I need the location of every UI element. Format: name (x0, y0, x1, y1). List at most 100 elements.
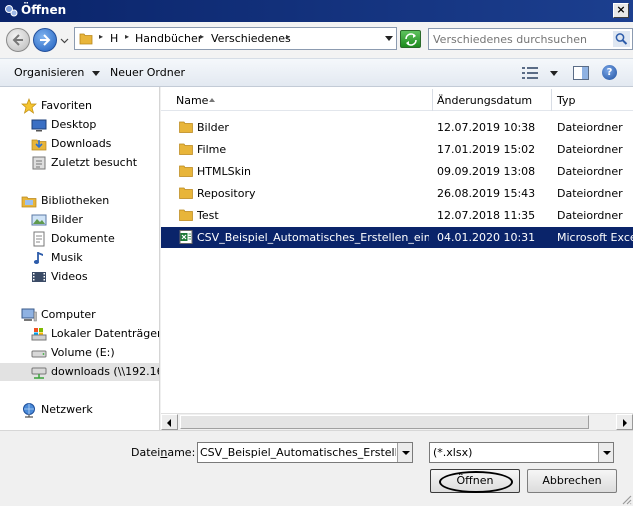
file-type: Dateiordner (557, 121, 623, 134)
nav-label: Desktop (51, 118, 97, 131)
nav-favorites[interactable]: Favoriten (0, 97, 159, 115)
nav-pictures[interactable]: Bilder (0, 211, 159, 229)
view-options-icon[interactable] (522, 67, 538, 79)
breadcrumb-h[interactable]: H (110, 32, 118, 45)
refresh-icon (405, 33, 417, 46)
address-dropdown-icon[interactable] (385, 36, 393, 41)
file-date: 17.01.2019 15:02 (437, 143, 536, 156)
scroll-left-icon[interactable] (161, 414, 178, 430)
file-date: 26.08.2019 15:43 (437, 187, 536, 200)
folder-icon (79, 33, 93, 45)
file-name: Filme (197, 143, 227, 156)
file-row[interactable]: Test 12.07.2018 11:35 Dateiordner (161, 205, 633, 226)
crumb-separator-icon[interactable]: ▸ (125, 32, 129, 41)
file-date: 04.01.2020 10:31 (437, 231, 536, 244)
file-row[interactable]: HTMLSkin 09.09.2019 13:08 Dateiordner (161, 161, 633, 182)
nav-music[interactable]: Musik (0, 249, 159, 267)
filename-label-text: Datei (131, 446, 161, 459)
organize-button[interactable]: Organisieren (14, 66, 101, 79)
navigation-pane: Favoriten Desktop Downloads Zuletzt besu… (0, 87, 160, 430)
folder-icon (179, 187, 193, 199)
nav-recent-places[interactable]: Zuletzt besucht (0, 154, 159, 172)
file-date: 12.07.2019 10:38 (437, 121, 536, 134)
file-row-selected[interactable]: CSV_Beispiel_Automatisches_Erstellen_ein… (161, 227, 633, 248)
folder-icon (179, 143, 193, 155)
highlight-ring (439, 471, 513, 493)
nav-network-drive[interactable]: downloads (\\192.168 (0, 363, 159, 381)
crumb-separator-icon[interactable]: ▸ (99, 32, 103, 41)
recent-places-icon (32, 156, 46, 170)
documents-icon (33, 231, 45, 247)
open-button[interactable]: Öffnen (430, 469, 520, 493)
nav-label: Musik (51, 251, 83, 264)
search-box[interactable] (428, 28, 633, 50)
command-toolbar: Organisieren Neuer Ordner ? (0, 58, 633, 87)
nav-label: Downloads (51, 137, 112, 150)
sort-ascending-icon (209, 98, 215, 102)
filetype-dropdown-icon[interactable] (598, 443, 613, 462)
help-icon[interactable]: ? (602, 65, 617, 80)
folder-icon (179, 209, 193, 221)
music-icon (33, 252, 43, 264)
scrollbar-thumb[interactable] (180, 415, 589, 429)
nav-volume-e[interactable]: Volume (E:) (0, 344, 159, 362)
local-disk-icon (31, 328, 47, 341)
column-name[interactable]: Name (161, 89, 433, 111)
view-dropdown-icon[interactable] (550, 71, 558, 76)
nav-label: Favoriten (41, 99, 92, 112)
preview-pane-icon[interactable] (573, 66, 589, 80)
file-type: Dateiordner (557, 187, 623, 200)
app-icon (5, 5, 18, 17)
column-date[interactable]: Änderungsdatum (433, 89, 552, 111)
filetype-value: (*.xlsx) (433, 446, 473, 459)
filename-combobox[interactable] (197, 442, 413, 463)
nav-label: Videos (51, 270, 88, 283)
file-row[interactable]: Repository 26.08.2019 15:43 Dateiordner (161, 183, 633, 204)
network-drive-icon (31, 367, 47, 379)
breadcrumb-verschiedenes[interactable]: Verschiedenes (211, 32, 291, 45)
nav-local-disk[interactable]: Lokaler Datenträger (C (0, 325, 159, 343)
nav-desktop[interactable]: Desktop (0, 116, 159, 134)
videos-icon (32, 272, 46, 282)
file-list-pane: Name Änderungsdatum Typ Bilder 12.07.201… (161, 87, 633, 430)
nav-network[interactable]: Netzwerk (0, 401, 159, 419)
column-name-label: Name (176, 94, 209, 107)
file-type: Dateiordner (557, 143, 623, 156)
horizontal-scrollbar[interactable] (161, 413, 633, 430)
filename-input[interactable] (200, 445, 396, 460)
crumb-separator-icon[interactable]: ▸ (200, 32, 204, 41)
close-button[interactable]: × (613, 3, 629, 18)
nav-label: Computer (41, 308, 96, 321)
file-type: Dateiordner (557, 209, 623, 222)
nav-label: Netzwerk (41, 403, 93, 416)
refresh-button[interactable] (400, 30, 421, 48)
breadcrumb-handbuecher[interactable]: Handbücher (135, 32, 202, 45)
nav-label: Zuletzt besucht (51, 156, 138, 169)
file-row[interactable]: Bilder 12.07.2019 10:38 Dateiordner (161, 117, 633, 138)
nav-downloads[interactable]: Downloads (0, 135, 159, 153)
back-button[interactable] (6, 28, 30, 52)
address-bar[interactable]: ▸ H ▸ Handbücher ▸ Verschiedenes ▸ (74, 27, 397, 50)
filetype-select[interactable]: (*.xlsx) (429, 442, 614, 463)
filename-dropdown-icon[interactable] (397, 443, 412, 462)
nav-computer[interactable]: Computer (0, 306, 159, 324)
column-header-row: Name Änderungsdatum Typ (161, 89, 633, 111)
desktop-icon (31, 119, 47, 132)
search-input[interactable] (433, 32, 609, 47)
new-folder-button[interactable]: Neuer Ordner (110, 66, 185, 79)
cancel-button[interactable]: Abbrechen (527, 469, 617, 493)
filename-label-text: ame: (167, 446, 196, 459)
history-dropdown-icon[interactable] (60, 36, 69, 45)
file-row[interactable]: Filme 17.01.2019 15:02 Dateiordner (161, 139, 633, 160)
arrow-left-icon (12, 34, 23, 46)
forward-button[interactable] (33, 28, 57, 52)
scroll-right-icon[interactable] (616, 414, 633, 430)
organize-label: Organisieren (14, 66, 85, 79)
nav-videos[interactable]: Videos (0, 268, 159, 286)
column-type[interactable]: Typ (552, 89, 633, 111)
crumb-separator-icon[interactable]: ▸ (286, 32, 290, 41)
resize-grip-icon[interactable] (620, 493, 632, 505)
nav-documents[interactable]: Dokumente (0, 230, 159, 248)
search-icon[interactable] (613, 31, 630, 47)
nav-libraries[interactable]: Bibliotheken (0, 192, 159, 210)
